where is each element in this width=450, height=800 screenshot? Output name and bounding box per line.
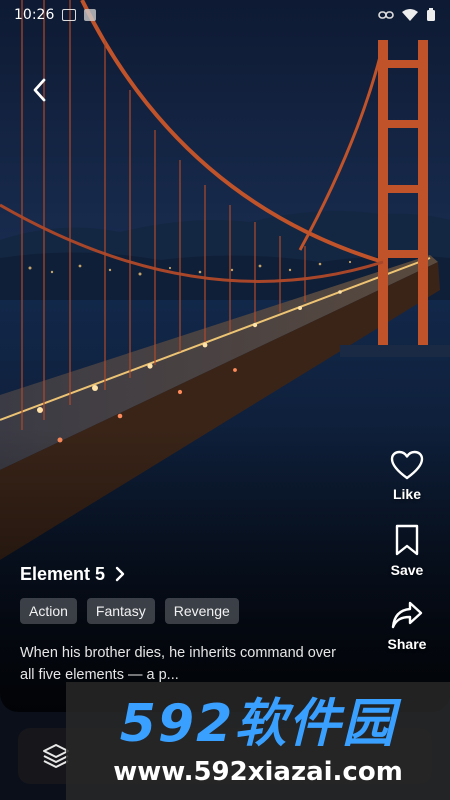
battery-icon [427,8,435,21]
title-row[interactable]: Element 5 [20,560,340,588]
tag-revenge[interactable]: Revenge [164,598,239,624]
link-icon [378,11,394,19]
wifi-icon [402,8,418,21]
action-rail: Like Save Share [380,450,434,674]
chevron-right-icon [115,566,125,582]
tag-fantasy[interactable]: Fantasy [86,598,155,624]
share-label: Share [387,636,427,652]
status-bar: 10:26 [0,0,450,30]
like-button[interactable]: Like [390,450,424,502]
title-info: Element 5 Action Fantasy Revenge When hi… [20,560,340,686]
watermark-url: www.592xiazai.com [113,757,403,787]
share-arrow-icon [391,601,423,629]
save-button[interactable]: Save [390,524,424,578]
chevron-left-icon [33,78,46,102]
save-label: Save [390,562,424,578]
heart-icon [390,450,424,480]
detail-screen: 10:26 Like Save Share Element 5 Action F… [0,0,450,800]
bookmark-icon [395,524,419,556]
like-label: Like [392,486,421,502]
status-time: 10:26 [14,7,55,23]
sim-icon [84,9,97,21]
notification-icon [62,9,77,21]
share-button[interactable]: Share [387,600,427,652]
page-title: Element 5 [20,563,106,584]
tag-action[interactable]: Action [20,598,77,624]
description[interactable]: When his brother dies, he inherits comma… [20,642,340,686]
watermark-logo: 592软件园 [119,694,397,754]
genre-tags: Action Fantasy Revenge [20,598,340,624]
watermark: 592软件园 www.592xiazai.com [66,682,450,800]
back-button[interactable] [24,72,56,108]
status-icons [378,8,436,22]
